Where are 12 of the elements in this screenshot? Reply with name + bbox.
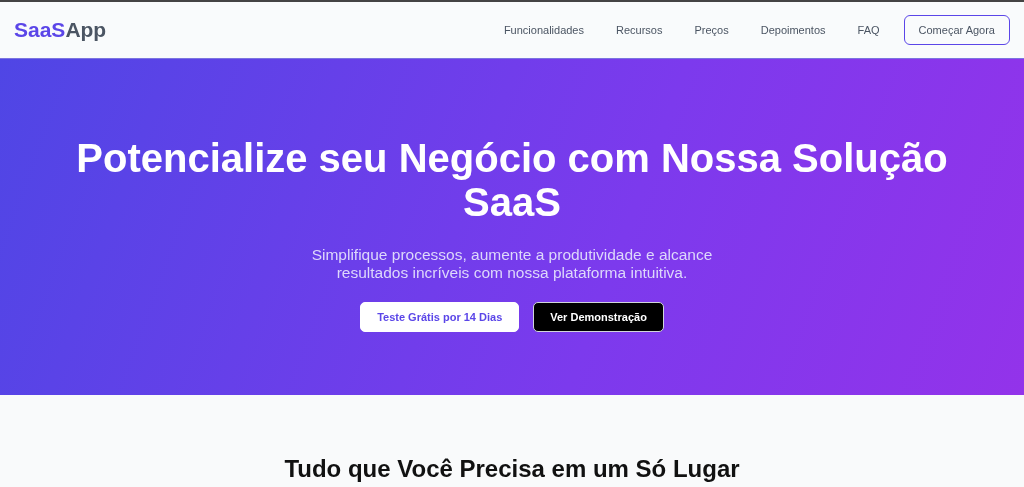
nav-link[interactable]: Preços <box>694 24 729 36</box>
nav-link[interactable]: Funcionalidades <box>503 24 584 36</box>
start-button[interactable]: Começar Agora <box>903 15 1010 45</box>
trial-button[interactable]: Teste Grátis por 14 Dias <box>360 302 520 332</box>
logo[interactable]: SaaSApp <box>14 18 107 42</box>
nav-link[interactable]: FAQ <box>857 24 880 36</box>
section-heading: Tudo que Você Precisa em um Só Lugar <box>284 455 740 483</box>
demo-button[interactable]: Ver Demonstração <box>533 302 664 332</box>
nav-link[interactable]: Recursos <box>616 24 663 36</box>
hero-subtitle: Simplifique processos, aumente a produtividade e alcance resultados incríveis com nossa plataforma intuitiva. <box>310 246 714 282</box>
hero-title: Potencialize seu Negócio com Nossa Solução SaaS <box>75 136 949 224</box>
nav-link[interactable]: Depoimentos <box>760 24 826 36</box>
